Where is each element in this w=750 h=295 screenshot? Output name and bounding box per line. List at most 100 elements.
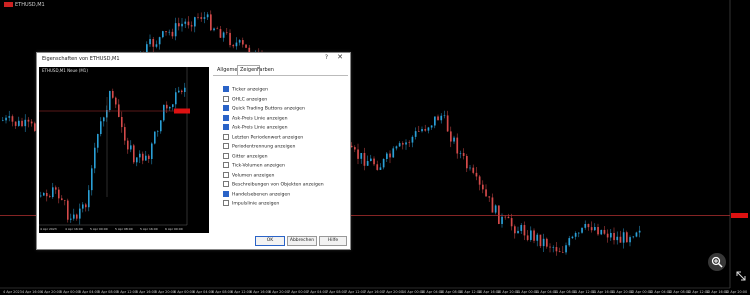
option-checkbox[interactable] — [223, 143, 229, 149]
candle-body — [11, 116, 14, 122]
candle-body — [504, 216, 507, 218]
candle-body — [578, 232, 580, 234]
preview-candle-body — [49, 196, 51, 198]
help-button[interactable]: Hilfe — [319, 236, 347, 246]
preview-candle-body — [79, 208, 81, 219]
candle-body — [376, 164, 379, 170]
chart-symbol-label: ETHUSD,M1 — [15, 2, 45, 8]
candle-body — [357, 149, 359, 159]
zoom-in-button[interactable] — [708, 253, 726, 271]
candle-body — [568, 238, 571, 246]
candle-body — [494, 205, 497, 213]
resize-grip-icon[interactable] — [736, 271, 746, 281]
time-tick-label: 7 Apr 16:00 — [364, 290, 384, 294]
preview-chart: 4 Apr 2023 4 Apr 16:00 5 Apr 00:00 5 Apr 08… — [39, 67, 190, 231]
candle-body — [437, 116, 439, 121]
preview-candle-body — [166, 104, 168, 109]
option-item[interactable]: Ask-Preis Linie anzeigen — [223, 114, 288, 121]
preview-candle-body — [133, 145, 135, 163]
preview-candle-body — [55, 187, 57, 190]
candle-body — [635, 232, 638, 237]
preview-candle-body — [43, 192, 45, 196]
close-icon[interactable]: ✕ — [337, 53, 343, 61]
preview-candle-body — [139, 153, 141, 158]
candle-body — [619, 236, 622, 243]
candle-body — [222, 32, 225, 38]
time-tick-label: 7 Apr 08:00 — [326, 290, 346, 294]
option-item[interactable]: Tick-Volumen anzeigen — [223, 162, 285, 169]
option-checkbox[interactable] — [223, 114, 229, 121]
candle-body — [219, 29, 222, 38]
candle-body — [366, 161, 369, 166]
candle-body — [472, 167, 475, 173]
help-icon[interactable]: ? — [325, 54, 328, 61]
option-item[interactable]: Periodentrennung anzeigen — [223, 143, 296, 150]
candle-body — [485, 189, 487, 197]
candle-body — [584, 223, 587, 228]
option-label: OHLC anzeigen — [232, 97, 268, 102]
magnifier-plus-icon — [711, 256, 723, 268]
option-checkbox[interactable] — [223, 152, 229, 159]
option-item[interactable]: OHLC anzeigen — [223, 95, 268, 102]
time-tick-label: 5 Apr 16:00 — [136, 290, 156, 294]
candle-body — [373, 158, 375, 165]
cancel-button[interactable]: Abbrechen — [287, 236, 317, 246]
preview-candle-body — [115, 97, 117, 105]
candle-body — [398, 143, 401, 147]
time-tick-label: 7 Apr 12:00 — [345, 290, 365, 294]
option-item[interactable]: Handelsebenen anzeigen — [223, 190, 290, 197]
option-item[interactable]: Beschreibungen von Objekten anzeigen — [223, 181, 324, 188]
candle-body — [597, 227, 599, 235]
option-item[interactable]: Gitter anzeigen — [223, 152, 268, 159]
candle-body — [197, 17, 199, 18]
option-label: Periodentrennung anzeigen — [232, 144, 296, 150]
candle-body — [402, 143, 404, 145]
option-item[interactable]: Letzten Periodenwert anzeigen — [223, 133, 303, 140]
tab-colors[interactable]: Farben — [255, 66, 276, 75]
option-item[interactable]: Ticker anzeigen — [223, 86, 268, 93]
option-item[interactable]: Ask-Preis Linie anzeigen — [223, 124, 288, 131]
candle-body — [549, 246, 551, 248]
candle-body — [155, 44, 158, 47]
preview-candle-body — [61, 198, 63, 201]
candle-body — [226, 32, 228, 34]
candle-body — [421, 129, 423, 132]
candle-body — [446, 115, 449, 132]
option-checkbox[interactable] — [223, 171, 229, 178]
ok-button[interactable]: OK — [255, 236, 285, 246]
candle-body — [178, 23, 180, 27]
preview-candle-body — [172, 104, 174, 107]
preview-candle-body — [181, 90, 183, 93]
option-checkbox[interactable] — [223, 95, 229, 102]
candle-body — [430, 125, 433, 128]
preview-candle-body — [121, 116, 123, 128]
preview-candle-body — [82, 204, 84, 209]
time-tick-label: 4 Apr 20:00 — [41, 290, 61, 294]
preview-candle-body — [94, 147, 96, 169]
option-checkbox[interactable] — [223, 133, 229, 140]
candle-body — [184, 21, 187, 24]
candle-body — [517, 230, 519, 234]
candle-body — [424, 129, 427, 131]
option-item[interactable]: Volumen anzeigen — [223, 171, 274, 178]
candle-body — [232, 45, 235, 47]
option-checkbox[interactable] — [223, 190, 229, 197]
time-tick-label: 7 Apr 00:00 — [288, 290, 308, 294]
option-checkbox[interactable] — [223, 162, 229, 168]
option-checkbox[interactable] — [223, 105, 229, 111]
option-item[interactable]: Impulslinie anzeigen — [223, 200, 279, 207]
time-tick-label: 4 Apr 2023 — [3, 290, 22, 294]
candle-body — [459, 152, 462, 154]
preview-title: ETHUSD,M1 Neue (M1) — [42, 68, 88, 73]
candle-body — [21, 120, 23, 127]
candle-body — [629, 237, 631, 243]
option-checkbox[interactable] — [223, 181, 229, 187]
candle-body — [149, 39, 151, 45]
option-item[interactable]: Quick Trading Buttons anzeigen — [223, 105, 305, 112]
option-checkbox[interactable] — [223, 124, 229, 130]
option-checkbox[interactable] — [223, 86, 229, 92]
candle-body — [443, 115, 446, 117]
candle-body — [354, 147, 356, 150]
option-checkbox[interactable] — [223, 200, 229, 206]
option-label: Tick-Volumen anzeigen — [232, 163, 285, 169]
